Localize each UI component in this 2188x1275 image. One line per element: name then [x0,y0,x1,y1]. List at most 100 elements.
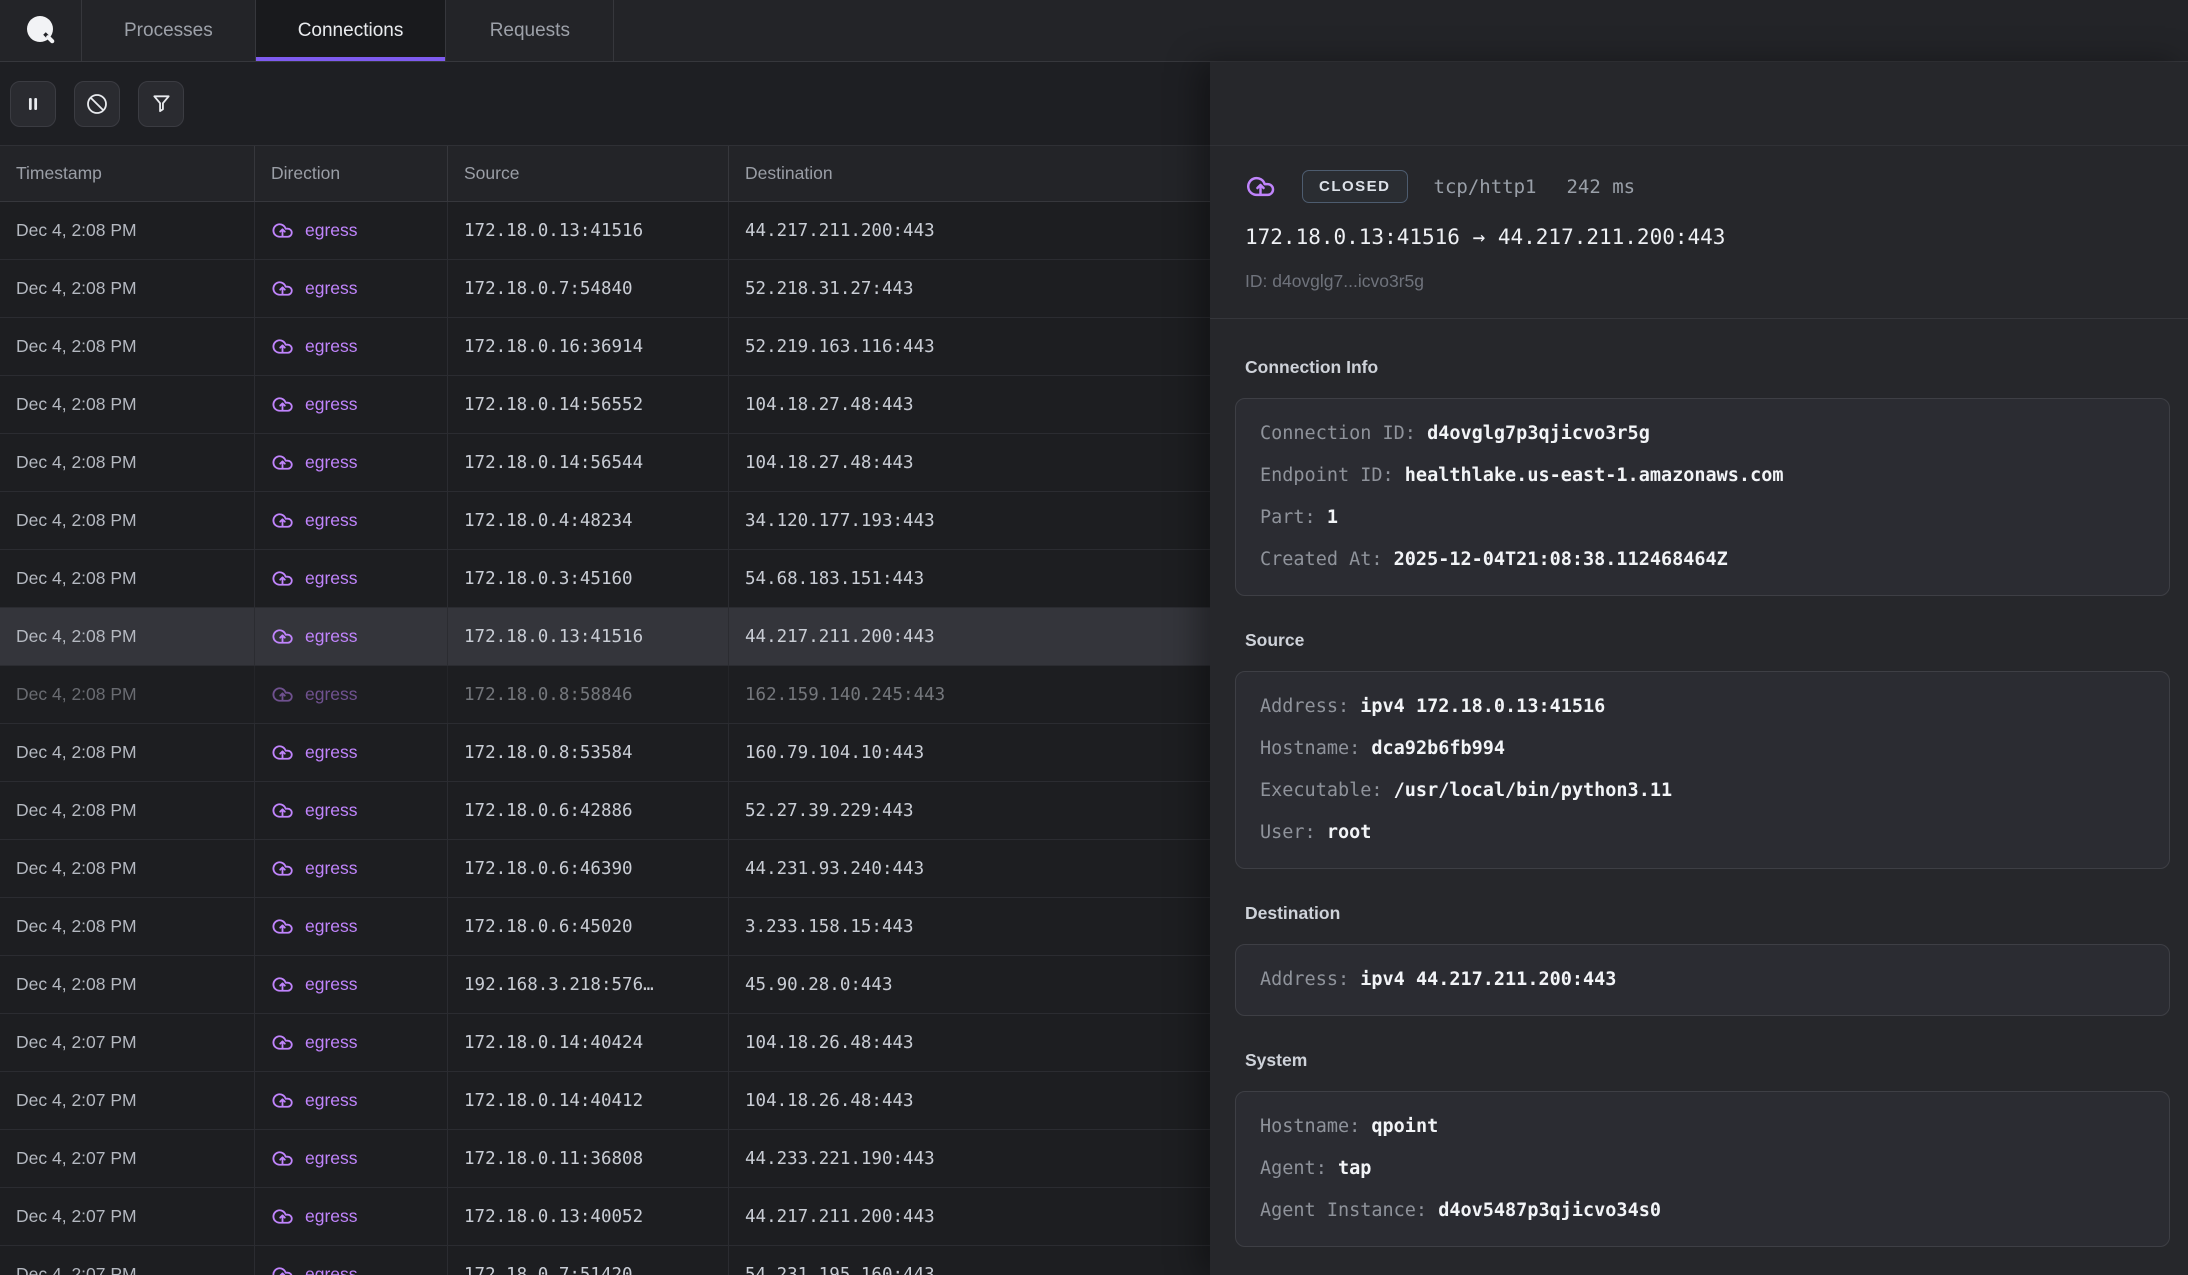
direction-label: egress [305,800,358,821]
section-heading: Connection Info [1245,357,2170,378]
cell-timestamp: Dec 4, 2:08 PM [0,782,255,839]
tab-connections[interactable]: Connections [256,0,447,61]
table-row[interactable]: Dec 4, 2:08 PM egress 172.18.0.13:41516 … [0,608,1210,666]
table-row[interactable]: Dec 4, 2:07 PM egress 172.18.0.7:51420 5… [0,1246,1210,1275]
table-row[interactable]: Dec 4, 2:07 PM egress 172.18.0.13:40052 … [0,1188,1210,1246]
ban-icon [85,92,109,116]
pause-button[interactable] [10,81,56,127]
table-row[interactable]: Dec 4, 2:08 PM egress 172.18.0.14:56544 … [0,434,1210,492]
cell-destination: 162.159.140.245:443 [729,666,1210,723]
cell-source: 172.18.0.14:56544 [448,434,729,491]
section-destination: DestinationAddress: ipv4 44.217.211.200:… [1235,903,2170,1016]
field-line: Agent: tap [1260,1148,2145,1190]
protocol-label: tcp/http1 [1434,176,1537,198]
field-label: Part: [1260,507,1327,528]
cloud-upload-icon [271,393,294,416]
table-row[interactable]: Dec 4, 2:08 PM egress 172.18.0.4:48234 3… [0,492,1210,550]
table-row[interactable]: Dec 4, 2:08 PM egress 172.18.0.6:46390 4… [0,840,1210,898]
cell-destination: 104.18.27.48:443 [729,434,1210,491]
tab-processes[interactable]: Processes [82,0,256,61]
field-line: Created At: 2025-12-04T21:08:38.11246846… [1260,539,2145,581]
field-line: Address: ipv4 44.217.211.200:443 [1260,959,2145,1001]
direction-label: egress [305,684,358,705]
cell-destination: 160.79.104.10:443 [729,724,1210,781]
cloud-upload-icon [271,857,294,880]
cell-direction: egress [255,1014,448,1071]
cell-timestamp: Dec 4, 2:08 PM [0,492,255,549]
section-connection-info: Connection Info Connection ID: d4ovglg7p3… [1235,357,2170,596]
field-value: 2025-12-04T21:08:38.112468464Z [1394,549,1728,570]
column-header-timestamp[interactable]: Timestamp [0,146,255,201]
cell-direction: egress [255,666,448,723]
cloud-upload-icon [1245,171,1276,202]
cell-destination: 44.231.93.240:443 [729,840,1210,897]
filter-button[interactable] [138,81,184,127]
cell-source: 172.18.0.6:42886 [448,782,729,839]
table-row[interactable]: Dec 4, 2:08 PM egress 172.18.0.7:54840 5… [0,260,1210,318]
panel-header-spacer [1210,62,2188,146]
cloud-upload-icon [271,335,294,358]
table-row[interactable]: Dec 4, 2:07 PM egress 172.18.0.14:40424 … [0,1014,1210,1072]
cell-direction: egress [255,1130,448,1187]
cell-destination: 104.18.26.48:443 [729,1014,1210,1071]
direction-label: egress [305,394,358,415]
table-row[interactable]: Dec 4, 2:08 PM egress 172.18.0.3:45160 5… [0,550,1210,608]
tab-requests[interactable]: Requests [446,0,614,61]
field-line: Hostname: dca92b6fb994 [1260,728,2145,770]
section-system: SystemHostname: qpointAgent: tapAgent In… [1235,1050,2170,1247]
field-line: Address: ipv4 172.18.0.13:41516 [1260,686,2145,728]
cell-timestamp: Dec 4, 2:08 PM [0,840,255,897]
table-row[interactable]: Dec 4, 2:08 PM egress 172.18.0.6:42886 5… [0,782,1210,840]
table-row[interactable]: Dec 4, 2:08 PM egress 172.18.0.8:53584 1… [0,724,1210,782]
table-row[interactable]: Dec 4, 2:08 PM egress 172.18.0.6:45020 3… [0,898,1210,956]
cloud-upload-icon [271,567,294,590]
cell-destination: 54.231.195.160:443 [729,1246,1210,1275]
table-row[interactable]: Dec 4, 2:08 PM egress 172.18.0.8:58846 1… [0,666,1210,724]
table-row[interactable]: Dec 4, 2:08 PM egress 192.168.3.218:576…… [0,956,1210,1014]
field-line: Part: 1 [1260,497,2145,539]
panel-body: Connection Info Connection ID: d4ovglg7p3… [1210,319,2188,1275]
table-row[interactable]: Dec 4, 2:07 PM egress 172.18.0.14:40412 … [0,1072,1210,1130]
cell-timestamp: Dec 4, 2:08 PM [0,898,255,955]
cell-destination: 44.217.211.200:443 [729,608,1210,665]
field-label: Agent: [1260,1158,1338,1179]
table-header: TimestampDirectionSourceDestination [0,146,1210,202]
cell-destination: 104.18.27.48:443 [729,376,1210,433]
field-label: Address: [1260,969,1360,990]
direction-label: egress [305,1090,358,1111]
section-card: Connection ID: d4ovglg7p3qjicvo3r5gEndpo… [1235,398,2170,596]
connection-detail-panel: CLOSED tcp/http1 242 ms 172.18.0.13:4151… [1210,62,2188,1275]
field-line: Hostname: qpoint [1260,1106,2145,1148]
column-header-direction[interactable]: Direction [255,146,448,201]
table-row[interactable]: Dec 4, 2:07 PM egress 172.18.0.11:36808 … [0,1130,1210,1188]
cell-timestamp: Dec 4, 2:08 PM [0,666,255,723]
tab-bar: ProcessesConnectionsRequests [0,0,2188,62]
table-toolbar [0,62,1210,146]
field-label: Agent Instance: [1260,1200,1438,1221]
field-label: Executable: [1260,780,1394,801]
cell-destination: 34.120.177.193:443 [729,492,1210,549]
direction-label: egress [305,626,358,647]
column-header-destination[interactable]: Destination [729,146,1210,201]
cloud-upload-icon [271,1147,294,1170]
cell-timestamp: Dec 4, 2:08 PM [0,318,255,375]
column-header-source[interactable]: Source [448,146,729,201]
direction-label: egress [305,220,358,241]
cell-timestamp: Dec 4, 2:08 PM [0,550,255,607]
clear-button[interactable] [74,81,120,127]
table-row[interactable]: Dec 4, 2:08 PM egress 172.18.0.16:36914 … [0,318,1210,376]
cell-direction: egress [255,434,448,491]
table-row[interactable]: Dec 4, 2:08 PM egress 172.18.0.14:56552 … [0,376,1210,434]
cell-source: 172.18.0.7:54840 [448,260,729,317]
field-label: Hostname: [1260,738,1371,759]
field-value: root [1327,822,1372,843]
connection-id-short: ID: d4ovglg7...icvo3r5g [1245,271,2168,292]
field-value: qpoint [1371,1116,1438,1137]
cloud-upload-icon [271,277,294,300]
cell-source: 172.18.0.14:40424 [448,1014,729,1071]
direction-label: egress [305,568,358,589]
status-row: CLOSED tcp/http1 242 ms [1245,170,2168,203]
direction-label: egress [305,742,358,763]
table-row[interactable]: Dec 4, 2:08 PM egress 172.18.0.13:41516 … [0,202,1210,260]
app-logo[interactable] [0,0,82,61]
